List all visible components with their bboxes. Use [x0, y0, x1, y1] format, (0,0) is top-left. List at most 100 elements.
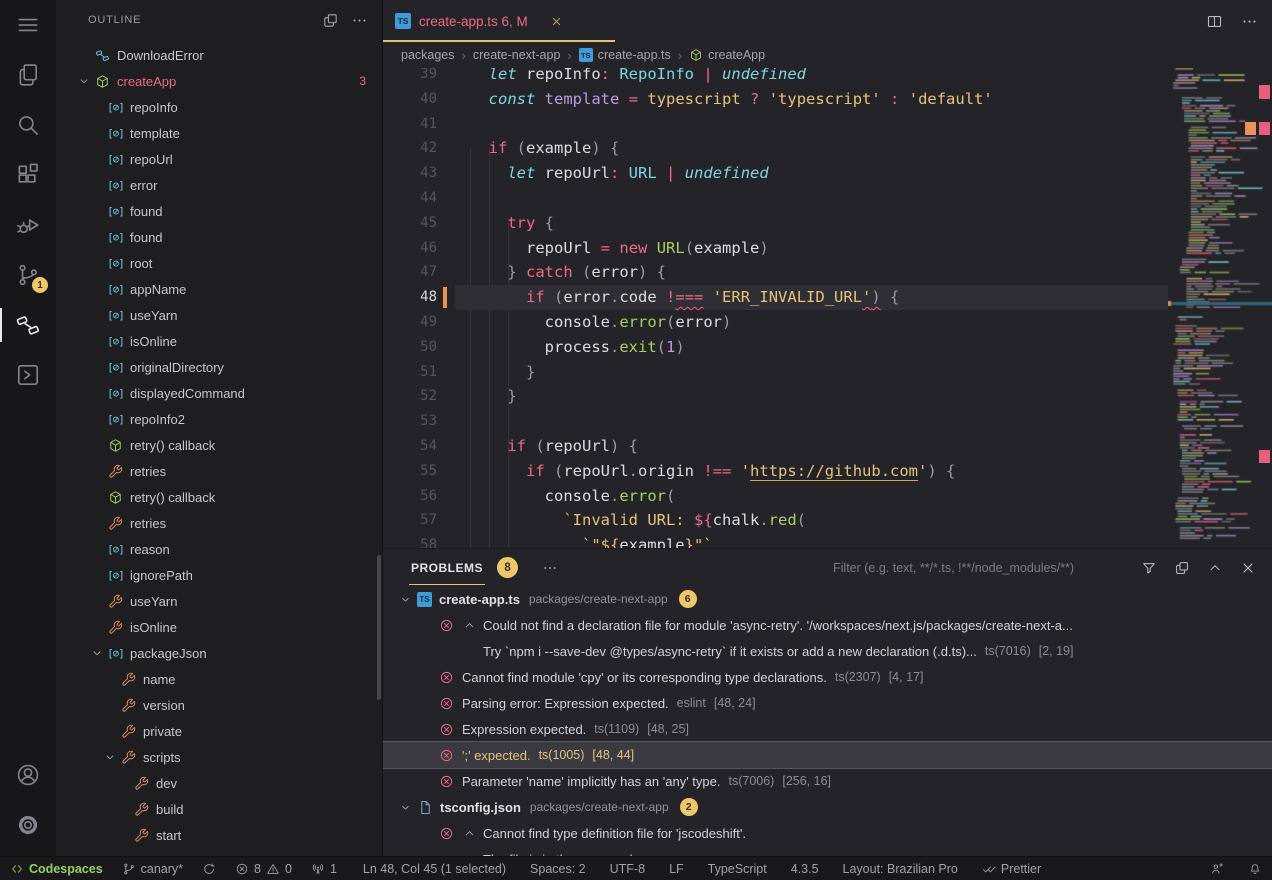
- outline-item[interactable]: [⊘]template: [56, 120, 382, 146]
- problem-row[interactable]: Expression expected.ts(1109)[48, 25]: [383, 716, 1272, 742]
- outline-item[interactable]: [⊘]found: [56, 198, 382, 224]
- code-line[interactable]: 50 process.exit(1): [383, 335, 1168, 360]
- code-line[interactable]: 41: [383, 112, 1168, 137]
- statusbar-cursor-position[interactable]: Ln 48, Col 45 (1 selected): [363, 862, 506, 876]
- outline-item[interactable]: dev: [56, 770, 382, 796]
- outline-item[interactable]: [⊘]useYarn: [56, 302, 382, 328]
- statusbar-ts-version[interactable]: 4.3.5: [791, 862, 819, 876]
- outline-item[interactable]: [⊘]repoUrl: [56, 146, 382, 172]
- statusbar-layout[interactable]: Layout: Brazilian Pro: [843, 862, 958, 876]
- problem-row[interactable]: Could not find a declaration file for mo…: [383, 612, 1272, 638]
- statusbar-eol[interactable]: LF: [669, 862, 684, 876]
- statusbar-ports[interactable]: 1: [311, 862, 337, 876]
- chevron-up-icon[interactable]: [462, 619, 476, 632]
- problem-file-row[interactable]: TScreate-app.tspackages/create-next-app6: [383, 586, 1272, 612]
- outline-item[interactable]: [⊘]error: [56, 172, 382, 198]
- tab-problems[interactable]: PROBLEMS: [409, 551, 485, 585]
- outline-item[interactable]: [⊘]isOnline: [56, 328, 382, 354]
- chevron-up-icon[interactable]: [462, 827, 476, 840]
- code-line[interactable]: 46 repoUrl = new URL(example): [383, 236, 1168, 261]
- outline-item[interactable]: scripts: [56, 744, 382, 770]
- activity-item-run-and-debug[interactable]: [0, 200, 56, 250]
- outline-item[interactable]: [⊘]appName: [56, 276, 382, 302]
- outline-item[interactable]: isOnline: [56, 614, 382, 640]
- activity-item-account[interactable]: [0, 750, 56, 800]
- outline-item[interactable]: createApp3: [56, 68, 382, 94]
- outline-item[interactable]: private: [56, 718, 382, 744]
- outline-item[interactable]: version: [56, 692, 382, 718]
- activity-item-symbols[interactable]: [0, 300, 56, 350]
- problem-row[interactable]: The file is in the program because:: [383, 846, 1272, 856]
- outline-item[interactable]: [⊘]originalDirectory: [56, 354, 382, 380]
- code-line[interactable]: 42 if (example) {: [383, 136, 1168, 161]
- outline-item[interactable]: [⊘]root: [56, 250, 382, 276]
- chevron-down-icon[interactable]: [87, 646, 107, 660]
- more-actions-icon[interactable]: [351, 12, 368, 29]
- code-line[interactable]: 49 console.error(error): [383, 310, 1168, 335]
- problems-filter-input[interactable]: [831, 560, 1123, 576]
- breadcrumb-item[interactable]: TScreate-app.ts: [579, 48, 671, 62]
- outline-item[interactable]: build: [56, 796, 382, 822]
- code-line[interactable]: 43 let repoUrl: URL | undefined: [383, 161, 1168, 186]
- code-line[interactable]: 58 `"${example}"`: [383, 533, 1168, 548]
- code-line[interactable]: 44: [383, 186, 1168, 211]
- maximize-panel-icon[interactable]: [1207, 560, 1223, 576]
- breadcrumb-item[interactable]: packages: [401, 48, 455, 62]
- problem-row[interactable]: Try `npm i --save-dev @types/async-retry…: [383, 638, 1272, 664]
- statusbar-sync[interactable]: [202, 862, 216, 876]
- activity-item-extensions[interactable]: [0, 150, 56, 200]
- problem-row[interactable]: Parameter 'name' implicitly has an 'any'…: [383, 768, 1272, 794]
- code-line[interactable]: 51 }: [383, 360, 1168, 385]
- outline-item[interactable]: retries: [56, 458, 382, 484]
- chevron-down-icon[interactable]: [100, 750, 120, 764]
- close-tab-icon[interactable]: [550, 15, 563, 28]
- outline-item[interactable]: name: [56, 666, 382, 692]
- activity-item-menu[interactable]: [0, 0, 56, 50]
- problem-row[interactable]: Parsing error: Expression expected.eslin…: [383, 690, 1272, 716]
- problem-file-row[interactable]: tsconfig.jsonpackages/create-next-app2: [383, 794, 1272, 820]
- outline-item[interactable]: [⊘]repoInfo2: [56, 406, 382, 432]
- statusbar-remote[interactable]: Codespaces: [10, 862, 103, 876]
- outline-item[interactable]: [⊘]displayedCommand: [56, 380, 382, 406]
- outline-item[interactable]: start: [56, 822, 382, 848]
- activity-item-explorer[interactable]: [0, 50, 56, 100]
- outline-item[interactable]: retries: [56, 510, 382, 536]
- chevron-down-icon[interactable]: [397, 801, 413, 814]
- code-line[interactable]: 54 if (repoUrl) {: [383, 434, 1168, 459]
- editor-more-actions-icon[interactable]: [1241, 13, 1258, 30]
- minimap[interactable]: [1168, 62, 1272, 548]
- breadcrumb-item[interactable]: create-next-app: [473, 48, 561, 62]
- problem-row[interactable]: ';' expected.ts(1005)[48, 44]: [383, 742, 1272, 768]
- code-line[interactable]: 47 } catch (error) {: [383, 260, 1168, 285]
- tab-create-app-ts[interactable]: TS create-app.ts 6, M: [383, 0, 615, 42]
- statusbar-problems[interactable]: 80: [235, 862, 292, 876]
- statusbar-notifications[interactable]: [1248, 862, 1262, 876]
- statusbar-encoding[interactable]: UTF-8: [610, 862, 645, 876]
- code-line[interactable]: 40 const template = typescript ? 'typesc…: [383, 87, 1168, 112]
- breadcrumb-item[interactable]: createApp: [689, 48, 765, 62]
- chevron-down-icon[interactable]: [74, 74, 94, 88]
- sidebar-scrollbar[interactable]: [377, 555, 381, 700]
- panel-more-actions-icon[interactable]: [542, 560, 558, 576]
- code-line[interactable]: 53: [383, 409, 1168, 434]
- outline-item[interactable]: [⊘]reason: [56, 536, 382, 562]
- outline-item[interactable]: [⊘]packageJson: [56, 640, 382, 666]
- code-editor[interactable]: 39 let repoInfo: RepoInfo | undefined40 …: [383, 68, 1168, 548]
- code-line[interactable]: 45 try {: [383, 211, 1168, 236]
- outline-item[interactable]: DownloadError: [56, 42, 382, 68]
- activity-item-search[interactable]: [0, 100, 56, 150]
- outline-item[interactable]: [⊘]repoInfo: [56, 94, 382, 120]
- group-by-icon[interactable]: [1174, 560, 1190, 576]
- problem-row[interactable]: Cannot find type definition file for 'js…: [383, 820, 1272, 846]
- code-line[interactable]: 48 if (error.code !=== 'ERR_INVALID_URL'…: [383, 285, 1168, 310]
- statusbar-branch[interactable]: canary*: [122, 862, 183, 876]
- statusbar-prettier[interactable]: Prettier: [982, 862, 1041, 876]
- outline-item[interactable]: [⊘]found: [56, 224, 382, 250]
- activity-item-remote-terminal[interactable]: [0, 350, 56, 400]
- split-editor-icon[interactable]: [1206, 13, 1223, 30]
- outline-item[interactable]: retry() callback: [56, 484, 382, 510]
- code-line[interactable]: 57 `Invalid URL: ${chalk.red(: [383, 508, 1168, 533]
- code-line[interactable]: 52 }: [383, 384, 1168, 409]
- chevron-down-icon[interactable]: [397, 593, 413, 606]
- outline-item[interactable]: useYarn: [56, 588, 382, 614]
